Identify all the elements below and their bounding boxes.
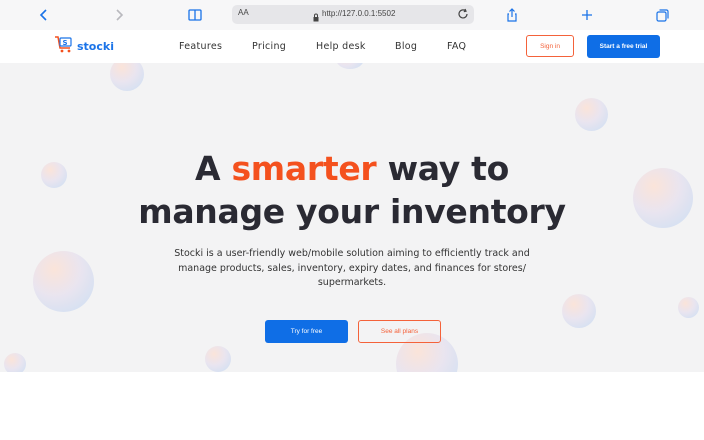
hero-title: A smarter way to manage your inventory	[0, 147, 704, 233]
nav-link-pricing[interactable]: Pricing	[252, 41, 286, 52]
back-icon[interactable]	[34, 5, 54, 25]
url-bar[interactable]: AA http://127.0.0.1:5502	[232, 5, 474, 24]
decorative-bubble	[33, 251, 94, 312]
lock-icon	[313, 9, 319, 22]
decorative-bubble	[575, 98, 608, 131]
reload-icon[interactable]	[457, 7, 471, 21]
new-tab-icon[interactable]	[577, 5, 597, 25]
url-text: http://127.0.0.1:5502	[322, 9, 396, 18]
see-all-plans-button[interactable]: See all plans	[358, 320, 441, 343]
nav-link-features[interactable]: Features	[179, 41, 222, 52]
book-icon[interactable]	[185, 5, 205, 25]
hero-title-accent: smarter	[231, 149, 377, 188]
logo[interactable]: S stocki	[54, 35, 114, 58]
tabs-icon[interactable]	[652, 5, 672, 25]
decorative-bubble	[205, 346, 231, 372]
decorative-bubble	[110, 63, 144, 91]
decorative-bubble	[336, 63, 364, 69]
start-free-trial-button[interactable]: Start a free trial	[587, 35, 660, 58]
hero-section: A smarter way to manage your inventory S…	[0, 63, 704, 372]
nav-link-help-desk[interactable]: Help desk	[316, 41, 366, 52]
sign-in-button[interactable]: Sign in	[526, 35, 574, 57]
hero-title-pre: A	[195, 149, 232, 188]
logo-mark: S	[63, 39, 68, 47]
try-for-free-button[interactable]: Try for free	[265, 320, 348, 343]
hero-title-post: way to	[376, 149, 510, 188]
cart-logo-icon: S	[54, 35, 74, 58]
logo-text: stocki	[77, 39, 114, 53]
reader-mode-button[interactable]: AA	[238, 8, 249, 17]
site-header: S stocki Features Pricing Help desk Blog…	[0, 30, 704, 63]
decorative-bubble	[562, 294, 596, 328]
nav-link-faq[interactable]: FAQ	[447, 41, 466, 52]
hero-description: Stocki is a user-friendly web/mobile sol…	[174, 248, 530, 288]
browser-toolbar: AA http://127.0.0.1:5502	[0, 0, 704, 30]
decorative-bubble	[678, 297, 699, 318]
decorative-bubble	[4, 353, 26, 372]
hero-title-line2: manage your inventory	[138, 192, 566, 231]
share-icon[interactable]	[502, 5, 522, 25]
forward-icon[interactable]	[109, 5, 129, 25]
nav-link-blog[interactable]: Blog	[395, 41, 417, 52]
